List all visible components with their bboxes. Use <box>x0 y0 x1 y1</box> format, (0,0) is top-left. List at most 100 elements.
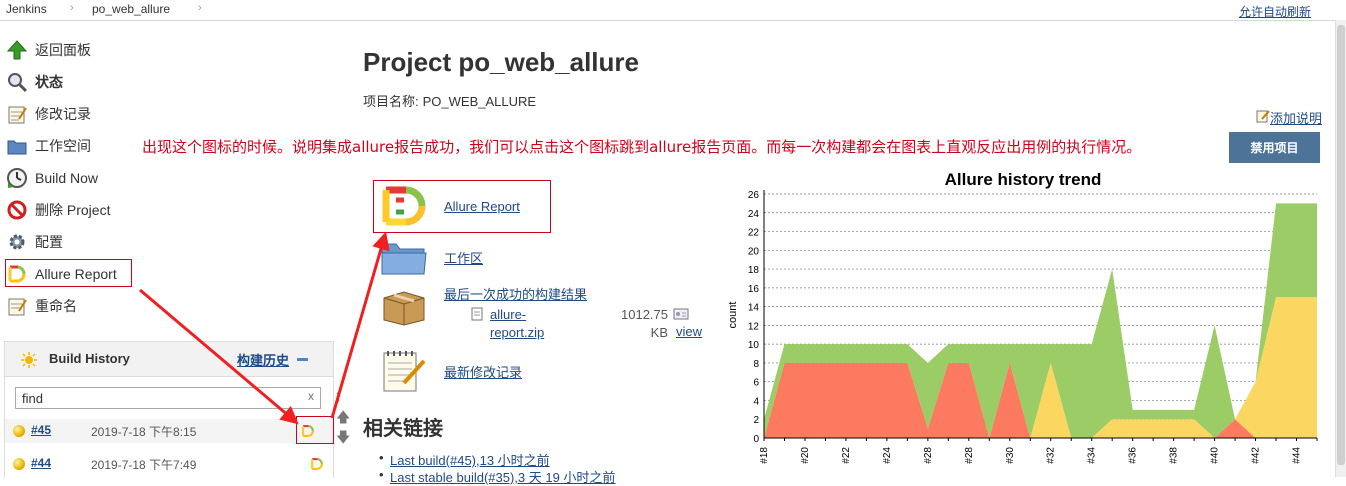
build-history-panel: Build History 构建历史 x #45 2019-7-18 下午8:1… <box>4 341 334 478</box>
last-success-link-row[interactable]: 最后一次成功的构建结果 <box>380 284 587 326</box>
y-tick-label: 26 <box>748 190 760 201</box>
y-tick-label: 14 <box>748 303 760 314</box>
build-status-ball-icon <box>13 458 25 470</box>
y-tick-label: 12 <box>748 321 760 332</box>
project-name-label: 项目名称: <box>363 94 419 109</box>
sidebar-item-status[interactable]: 状态 <box>6 70 63 94</box>
scrollbar-thumb[interactable] <box>1337 25 1345 465</box>
sidebar-item-label: 工作空间 <box>35 138 91 154</box>
build-row: #45 2019-7-18 下午8:15 <box>5 416 334 444</box>
clear-search-icon[interactable]: x <box>308 389 314 403</box>
breadcrumb-chevron-icon[interactable]: › <box>70 2 74 14</box>
collapse-minus-icon[interactable] <box>297 358 308 361</box>
build-number-link[interactable]: #45 <box>31 423 51 437</box>
annotation-highlight-box <box>296 416 334 444</box>
red-annotation-text: 出现这个图标的时候。说明集成allure报告成功，我们可以点击这个图标跳到all… <box>142 138 1142 156</box>
sidebar-item-back-to-dashboard[interactable]: 返回面板 <box>6 38 91 62</box>
build-row: #44 2019-7-18 下午7:49 <box>5 452 333 476</box>
sidebar-item-build-now[interactable]: Build Now <box>6 166 98 190</box>
y-tick-label: 6 <box>753 378 759 389</box>
y-tick-label: 10 <box>748 340 760 351</box>
project-full-name: 项目名称: PO_WEB_ALLURE <box>363 91 540 110</box>
breadcrumb-jenkins[interactable]: Jenkins <box>6 2 47 16</box>
file-document-icon <box>471 307 483 324</box>
annotation-highlight-box <box>5 259 132 287</box>
sidebar-item-label: Build Now <box>35 170 99 186</box>
artifact-view-link[interactable]: view <box>676 324 702 339</box>
artifact-file-link[interactable]: allure- <box>490 306 526 323</box>
sidebar-item-label: 删除 Project <box>35 202 111 218</box>
chart-series <box>764 203 1317 438</box>
fingerprint-card-icon[interactable] <box>673 308 689 323</box>
related-links-title: 相关链接 <box>363 418 443 440</box>
build-search-input[interactable] <box>15 387 321 409</box>
recent-changes-link[interactable]: 最新修改记录 <box>444 362 522 381</box>
build-trend-link[interactable]: 构建历史 <box>237 350 289 369</box>
y-tick-label: 24 <box>748 209 760 220</box>
package-box-icon <box>380 284 428 326</box>
magnifier-icon <box>6 71 28 93</box>
sidebar-item-label: 修改记录 <box>35 106 91 122</box>
y-tick-label: 22 <box>748 228 760 239</box>
sun-icon <box>21 352 37 371</box>
breadcrumb-project[interactable]: po_web_allure <box>92 2 170 16</box>
auto-refresh-link[interactable]: 允许自动刷新 <box>1239 3 1311 20</box>
sidebar-item-delete-project[interactable]: 删除 Project <box>6 198 110 222</box>
artifact-file-link[interactable]: report.zip <box>490 324 544 341</box>
y-axis-label: count <box>727 302 739 329</box>
workspace-link-row[interactable]: 工作区 <box>380 236 483 278</box>
project-name-value: PO_WEB_ALLURE <box>422 94 537 109</box>
vertical-scrollbar[interactable] <box>1335 20 1346 477</box>
x-tick-label: #18 <box>759 447 770 464</box>
edit-pencil-icon <box>1256 109 1270 126</box>
add-description-link[interactable]: 添加说明 <box>1256 108 1322 127</box>
allure-logo-icon[interactable] <box>310 457 324 474</box>
x-tick-label: #32 <box>1046 447 1057 464</box>
workspace-link[interactable]: 工作区 <box>444 248 483 267</box>
sidebar-item-label: 配置 <box>35 234 63 250</box>
sidebar-item-label: 返回面板 <box>35 42 91 58</box>
x-tick-label: #20 <box>800 447 811 464</box>
notepad-icon <box>6 295 28 317</box>
no-entry-icon <box>6 199 28 221</box>
artifact-size: 1012.75 KB <box>618 306 668 342</box>
breadcrumb-chevron-icon[interactable]: › <box>198 2 202 14</box>
artifact-size-value: 1012.75 <box>621 307 668 322</box>
sidebar-item-label: 重命名 <box>35 298 77 314</box>
x-tick-label: #24 <box>882 447 893 464</box>
sidebar-item-workspace[interactable]: 工作空间 <box>6 134 91 158</box>
last-build-link[interactable]: Last build(#45),13 小时之前 <box>390 453 550 468</box>
x-tick-label: #36 <box>1128 447 1139 464</box>
y-tick-label: 16 <box>748 284 760 295</box>
build-history-header: Build History 构建历史 <box>5 342 333 377</box>
notepad-icon <box>380 349 428 393</box>
up-arrow-icon <box>6 39 28 61</box>
x-tick-label: #22 <box>841 447 852 464</box>
build-status-ball-icon <box>13 425 25 437</box>
x-tick-label: #28 <box>964 447 975 464</box>
y-tick-label: 20 <box>748 246 760 257</box>
annotation-highlight-box <box>373 180 551 233</box>
y-tick-label: 8 <box>753 359 759 370</box>
sidebar-item-rename[interactable]: 重命名 <box>6 294 77 318</box>
breadcrumb: Jenkins › po_web_allure › 允许自动刷新 <box>0 0 1346 21</box>
scroll-down-icon[interactable]: 🡇 <box>336 427 350 451</box>
y-tick-label: 18 <box>748 265 760 276</box>
sidebar-item-configure[interactable]: 配置 <box>6 230 63 254</box>
last-success-link[interactable]: 最后一次成功的构建结果 <box>444 284 587 303</box>
build-date: 2019-7-18 下午8:15 <box>91 425 197 439</box>
sidebar-item-label: 状态 <box>35 74 63 90</box>
x-tick-label: #44 <box>1292 447 1303 464</box>
sidebar-item-changes[interactable]: 修改记录 <box>6 102 91 126</box>
disable-project-button[interactable]: 禁用项目 <box>1229 132 1320 163</box>
x-tick-label: #30 <box>1005 447 1016 464</box>
x-tick-label: #40 <box>1210 447 1221 464</box>
y-tick-label: 4 <box>753 396 759 407</box>
build-number-link[interactable]: #44 <box>31 456 51 470</box>
recent-changes-link-row[interactable]: 最新修改记录 <box>380 349 522 393</box>
x-tick-label: #42 <box>1251 447 1262 464</box>
folder-icon <box>380 236 428 278</box>
allure-history-trend-chart[interactable]: Allure history trend 0246810121416182022… <box>720 165 1320 477</box>
folder-icon <box>6 135 28 157</box>
last-stable-build-link[interactable]: Last stable build(#35),3 天 19 小时之前 <box>390 470 615 485</box>
